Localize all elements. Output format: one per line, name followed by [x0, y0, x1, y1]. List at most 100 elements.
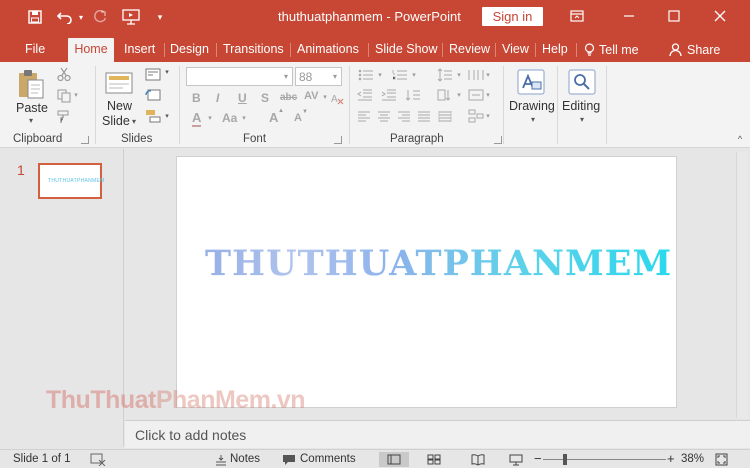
change-case-dropdown-icon[interactable]: ▾: [240, 114, 248, 122]
zoom-slider-thumb[interactable]: [563, 454, 567, 465]
paragraph-dialog-launcher[interactable]: [494, 136, 502, 144]
tell-me-search[interactable]: Tell me: [584, 38, 639, 62]
ribbon-display-options-icon[interactable]: [565, 5, 589, 27]
paste-icon[interactable]: [15, 68, 47, 100]
sign-in-button[interactable]: Sign in: [482, 7, 543, 26]
editing-find-icon[interactable]: [566, 67, 598, 97]
strikethrough-button[interactable]: abc: [280, 92, 297, 103]
new-slide-icon[interactable]: [104, 69, 136, 97]
justify-icon[interactable]: [416, 109, 432, 123]
vertical-scrollbar[interactable]: [736, 152, 748, 418]
new-slide-label-line1[interactable]: New: [107, 99, 132, 113]
italic-button[interactable]: I: [216, 91, 219, 105]
font-dialog-launcher[interactable]: [334, 136, 342, 144]
new-slide-label-line2[interactable]: Slide: [102, 114, 130, 128]
underline-button[interactable]: U: [238, 91, 247, 105]
slide-canvas[interactable]: THUTHUATPHANMEM: [176, 156, 677, 408]
notes-pane[interactable]: Click to add notes: [125, 420, 750, 448]
slide-sorter-icon[interactable]: [422, 452, 446, 467]
tab-review[interactable]: Review: [449, 38, 490, 62]
bullets-icon[interactable]: [356, 68, 376, 82]
section-icon[interactable]: [144, 108, 162, 124]
smartart-icon[interactable]: [467, 108, 485, 124]
notes-icon[interactable]: [213, 452, 229, 467]
slide-thumbnail[interactable]: THUTHUATPHANMEM: [38, 163, 104, 199]
text-shadow-button[interactable]: S: [261, 91, 269, 105]
tab-view[interactable]: View: [502, 38, 529, 62]
increase-font-size-button[interactable]: A: [269, 110, 278, 125]
copy-icon[interactable]: [55, 88, 73, 104]
increase-indent-icon[interactable]: [380, 88, 398, 102]
fit-slide-icon[interactable]: [712, 452, 730, 467]
minimize-icon[interactable]: [617, 5, 641, 27]
paste-dropdown-icon[interactable]: ▾: [26, 116, 36, 125]
zoom-level[interactable]: 38%: [681, 453, 704, 465]
cut-icon[interactable]: [55, 66, 73, 82]
character-spacing-button[interactable]: AV: [304, 90, 318, 102]
distributed-icon[interactable]: [436, 109, 454, 123]
reset-icon[interactable]: [144, 87, 162, 103]
layout-icon[interactable]: [144, 66, 162, 82]
align-text-icon[interactable]: [467, 88, 485, 102]
columns-dropdown-icon[interactable]: ▾: [484, 71, 492, 79]
change-case-button[interactable]: Aa: [222, 111, 237, 125]
undo-dropdown-icon[interactable]: ▾: [76, 7, 86, 27]
reading-view-icon[interactable]: [466, 452, 490, 467]
normal-view-icon[interactable]: [379, 452, 409, 467]
paste-label[interactable]: Paste: [16, 101, 48, 115]
clear-formatting-icon[interactable]: A: [330, 91, 344, 105]
font-color-dropdown-icon[interactable]: ▾: [206, 114, 214, 122]
bold-button[interactable]: B: [192, 91, 201, 105]
undo-icon[interactable]: [54, 7, 76, 27]
comments-button[interactable]: Comments: [300, 453, 356, 465]
numbering-dropdown-icon[interactable]: ▾: [410, 71, 418, 79]
collapse-ribbon-icon[interactable]: ^: [735, 134, 745, 144]
character-spacing-dropdown-icon[interactable]: ▾: [321, 93, 329, 101]
editing-label[interactable]: Editing: [562, 99, 600, 113]
paragraph-direction-icon[interactable]: [404, 88, 422, 102]
share-button[interactable]: Share: [669, 38, 720, 62]
save-icon[interactable]: [25, 7, 45, 27]
columns-icon[interactable]: [467, 67, 485, 83]
slide-show-view-icon[interactable]: [504, 452, 528, 467]
text-direction-dropdown-icon[interactable]: ▾: [455, 91, 463, 99]
tab-insert[interactable]: Insert: [124, 38, 155, 62]
maximize-icon[interactable]: [662, 5, 686, 27]
drawing-dropdown-icon[interactable]: ▾: [528, 115, 538, 124]
align-center-icon[interactable]: [376, 109, 392, 123]
accessibility-check-icon[interactable]: [89, 452, 107, 467]
clipboard-dialog-launcher[interactable]: [81, 136, 89, 144]
comments-icon[interactable]: [281, 452, 297, 467]
text-direction-icon[interactable]: [436, 88, 454, 102]
smartart-dropdown-icon[interactable]: ▾: [484, 112, 492, 120]
bullets-dropdown-icon[interactable]: ▾: [376, 71, 384, 79]
numbering-icon[interactable]: [390, 68, 410, 82]
tab-home[interactable]: Home: [68, 38, 114, 62]
slide-wordart-title[interactable]: THUTHUATPHANMEM: [205, 243, 672, 284]
zoom-out-button[interactable]: −: [534, 451, 542, 466]
line-spacing-icon[interactable]: [436, 67, 454, 83]
font-name-dropdown-icon[interactable]: ▾: [282, 71, 290, 81]
layout-dropdown-icon[interactable]: ▾: [163, 68, 171, 76]
tab-transitions[interactable]: Transitions: [223, 38, 284, 62]
new-slide-dropdown-icon[interactable]: ▾: [130, 117, 138, 126]
font-color-button[interactable]: A: [192, 110, 202, 127]
copy-dropdown-icon[interactable]: ▾: [72, 91, 80, 99]
decrease-indent-icon[interactable]: [356, 88, 374, 102]
editing-dropdown-icon[interactable]: ▾: [577, 115, 587, 124]
tab-animations[interactable]: Animations: [297, 38, 359, 62]
drawing-label[interactable]: Drawing: [509, 99, 555, 113]
font-name-input[interactable]: [186, 67, 293, 86]
tab-design[interactable]: Design: [170, 38, 209, 62]
drawing-shapes-icon[interactable]: [515, 67, 547, 97]
format-painter-icon[interactable]: [55, 109, 73, 125]
tab-help[interactable]: Help: [542, 38, 568, 62]
tab-slide-show[interactable]: Slide Show: [375, 38, 438, 62]
close-icon[interactable]: [708, 5, 732, 27]
decrease-font-size-button[interactable]: A: [294, 112, 302, 124]
line-spacing-dropdown-icon[interactable]: ▾: [455, 71, 463, 79]
zoom-slider-track[interactable]: [543, 459, 666, 460]
font-size-dropdown-icon[interactable]: ▾: [331, 71, 339, 81]
redo-icon[interactable]: [91, 7, 109, 27]
align-left-icon[interactable]: [356, 109, 372, 123]
